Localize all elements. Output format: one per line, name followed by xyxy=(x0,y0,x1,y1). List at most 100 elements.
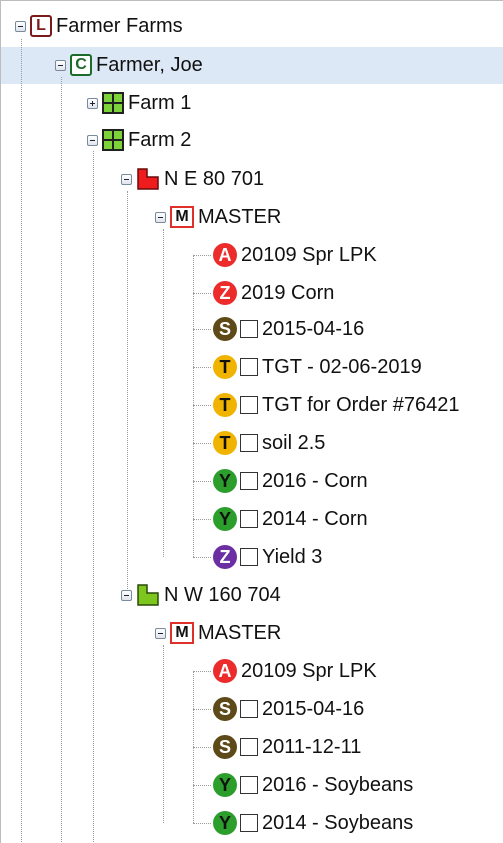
layer-item[interactable]: Y 2016 - Soybeans xyxy=(213,767,413,803)
tree-guide-line xyxy=(193,519,211,520)
tree-guide-line xyxy=(193,405,211,406)
tree-guide-line xyxy=(193,785,211,786)
item-label: 2014 - Corn xyxy=(262,507,368,530)
collapse-toggle-icon[interactable] xyxy=(15,20,26,32)
layer-item[interactable]: Z 2019 Corn xyxy=(213,275,334,311)
layer-item[interactable]: S 2015-04-16 xyxy=(213,691,364,727)
tree-guide-line xyxy=(193,671,194,823)
layer-item[interactable]: Y 2014 - Soybeans xyxy=(213,805,413,841)
tree-guide-line xyxy=(163,645,164,823)
layer-item[interactable]: Y 2016 - Corn xyxy=(213,463,368,499)
layer-item[interactable]: Y 2014 - Corn xyxy=(213,501,368,537)
node-label: MASTER xyxy=(198,621,282,644)
farm-grid-icon xyxy=(102,129,124,151)
master-m-icon: M xyxy=(170,622,194,644)
a-badge-icon: A xyxy=(213,243,237,267)
node-label: MASTER xyxy=(198,205,282,228)
layer-checkbox[interactable] xyxy=(240,358,258,376)
y-badge-icon: Y xyxy=(213,469,237,493)
s-badge-icon: S xyxy=(213,697,237,721)
node-label: N E 80 701 xyxy=(164,167,265,190)
c-badge-icon: C xyxy=(70,54,92,76)
node-label: Farmer, Joe xyxy=(96,53,203,76)
tree-guide-line xyxy=(193,367,211,368)
tree-node-field-ne[interactable]: N E 80 701 xyxy=(121,161,264,197)
item-label: 2016 - Soybeans xyxy=(262,773,414,796)
tree-guide-line xyxy=(61,77,62,843)
tree-node-master[interactable]: M MASTER xyxy=(155,615,281,651)
item-label: 2011-12-11 xyxy=(262,735,362,758)
layer-checkbox[interactable] xyxy=(240,738,258,756)
layer-checkbox[interactable] xyxy=(240,472,258,490)
layer-checkbox[interactable] xyxy=(240,434,258,452)
collapse-toggle-icon[interactable] xyxy=(55,59,66,71)
tree-guide-line xyxy=(193,671,211,672)
layer-checkbox[interactable] xyxy=(240,776,258,794)
item-label: TGT - 02-06-2019 xyxy=(262,355,422,378)
layer-checkbox[interactable] xyxy=(240,510,258,528)
tree-guide-line xyxy=(193,481,211,482)
tree-node-root[interactable]: L Farmer Farms xyxy=(15,8,183,44)
collapse-toggle-icon[interactable] xyxy=(121,173,132,185)
tree-node-client[interactable]: C Farmer, Joe xyxy=(55,47,203,83)
collapse-toggle-icon[interactable] xyxy=(155,627,166,639)
tree-node-field-nw[interactable]: N W 160 704 xyxy=(121,577,281,613)
layer-item[interactable]: A 20109 Spr LPK xyxy=(213,237,377,273)
tree-guide-line xyxy=(193,823,211,824)
item-label: TGT for Order #76421 xyxy=(262,393,460,416)
collapse-toggle-icon[interactable] xyxy=(87,134,98,146)
tree-node-farm-1[interactable]: Farm 1 xyxy=(87,85,191,121)
layer-item[interactable]: S 2011-12-11 xyxy=(213,729,361,765)
z-badge-icon: Z xyxy=(213,281,237,305)
node-label: N W 160 704 xyxy=(164,583,281,606)
item-label: Yield 3 xyxy=(262,545,323,568)
layer-item[interactable]: S 2015-04-16 xyxy=(213,311,364,347)
tree-node-master[interactable]: M MASTER xyxy=(155,199,281,235)
tree-guide-line xyxy=(93,151,94,843)
layer-checkbox[interactable] xyxy=(240,320,258,338)
layer-checkbox[interactable] xyxy=(240,548,258,566)
tree-guide-line xyxy=(193,557,211,558)
collapse-toggle-icon[interactable] xyxy=(155,211,166,223)
s-badge-icon: S xyxy=(213,735,237,759)
item-label: 2016 - Corn xyxy=(262,469,368,492)
item-label: 2019 Corn xyxy=(241,281,335,304)
t-badge-icon: T xyxy=(213,431,237,455)
node-label: Farmer Farms xyxy=(56,14,183,37)
layer-item[interactable]: Z Yield 3 xyxy=(213,539,322,575)
l-badge-icon: L xyxy=(30,15,52,37)
tree-node-farm-2[interactable]: Farm 2 xyxy=(87,122,191,158)
tree-guide-line xyxy=(193,329,211,330)
layer-item[interactable]: T TGT for Order #76421 xyxy=(213,387,460,423)
field-green-icon xyxy=(137,584,159,606)
tree-guide-line xyxy=(21,39,22,843)
tree-guide-line xyxy=(193,293,211,294)
layer-item[interactable]: T soil 2.5 xyxy=(213,425,325,461)
item-label: 2014 - Soybeans xyxy=(262,811,414,834)
expand-toggle-icon[interactable] xyxy=(87,97,98,109)
item-label: 20109 Spr LPK xyxy=(241,243,377,266)
y-badge-icon: Y xyxy=(213,507,237,531)
tree-guide-line xyxy=(193,747,211,748)
node-label: Farm 2 xyxy=(128,128,192,151)
item-label: 2015-04-16 xyxy=(262,317,365,340)
field-red-icon xyxy=(137,168,159,190)
farm-grid-icon xyxy=(102,92,124,114)
item-label: 20109 Spr LPK xyxy=(241,659,377,682)
tree-guide-line xyxy=(193,709,211,710)
node-label: Farm 1 xyxy=(128,91,192,114)
tree-guide-line xyxy=(127,191,128,595)
a-badge-icon: A xyxy=(213,659,237,683)
collapse-toggle-icon[interactable] xyxy=(121,589,132,601)
layer-checkbox[interactable] xyxy=(240,700,258,718)
item-label: soil 2.5 xyxy=(262,431,326,454)
s-badge-icon: S xyxy=(213,317,237,341)
layer-checkbox[interactable] xyxy=(240,396,258,414)
layer-checkbox[interactable] xyxy=(240,814,258,832)
tree-guide-line xyxy=(163,229,164,557)
tree-guide-line xyxy=(193,255,211,256)
layer-item[interactable]: A 20109 Spr LPK xyxy=(213,653,377,689)
item-label: 2015-04-16 xyxy=(262,697,365,720)
layer-item[interactable]: T TGT - 02-06-2019 xyxy=(213,349,422,385)
tree-guide-line xyxy=(193,443,211,444)
